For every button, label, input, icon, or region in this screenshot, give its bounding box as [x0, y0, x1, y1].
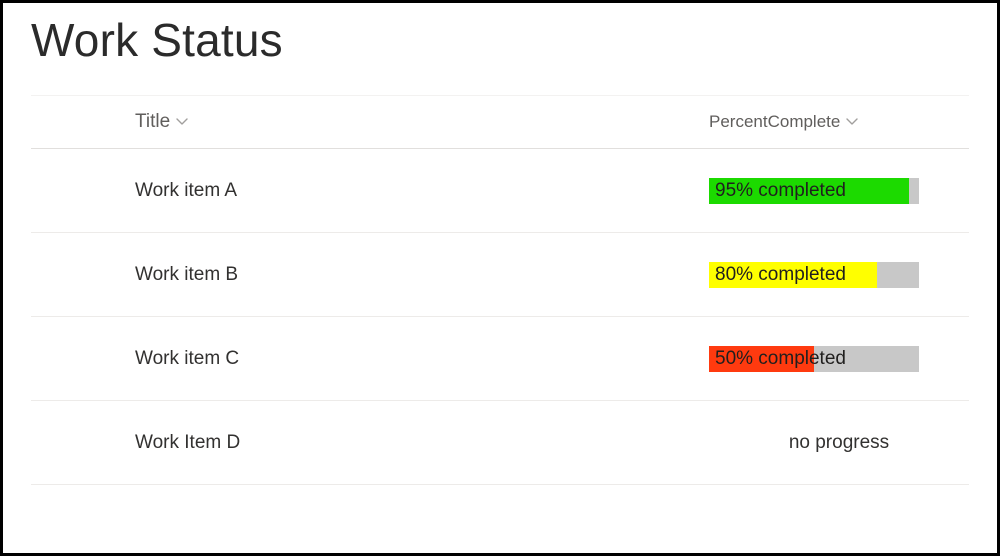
row-percent-complete: 80% completed [709, 262, 969, 288]
row-title: Work item A [135, 180, 709, 202]
table-row[interactable]: Work item C 50% completed [31, 317, 969, 401]
chevron-down-icon [176, 116, 188, 128]
row-title: Work item C [135, 348, 709, 370]
table-row[interactable]: Work item B 80% completed [31, 233, 969, 317]
column-header-percent-complete-label: PercentComplete [709, 112, 840, 132]
progress-bar: 95% completed [709, 178, 919, 204]
table-row[interactable]: Work Item D no progress [31, 401, 969, 485]
row-percent-complete: 50% completed [709, 346, 969, 372]
progress-bar: 50% completed [709, 346, 919, 372]
table-row[interactable]: Work item A 95% completed [31, 149, 969, 233]
progress-label: 95% completed [715, 178, 846, 204]
progress-bar: 80% completed [709, 262, 919, 288]
column-header-title[interactable]: Title [135, 111, 709, 133]
page-title: Work Status [31, 13, 969, 67]
column-header-title-label: Title [135, 111, 170, 133]
progress-label: 80% completed [715, 262, 846, 288]
row-percent-complete: 95% completed [709, 178, 969, 204]
work-status-list: Title PercentComplete Work item A 95% com… [31, 95, 969, 485]
row-percent-complete: no progress [709, 432, 969, 454]
list-header: Title PercentComplete [31, 95, 969, 149]
row-title: Work item B [135, 264, 709, 286]
chevron-down-icon [846, 116, 858, 128]
progress-label: 50% completed [715, 346, 846, 372]
no-progress-label: no progress [789, 432, 889, 454]
row-title: Work Item D [135, 432, 709, 454]
column-header-percent-complete[interactable]: PercentComplete [709, 112, 969, 132]
